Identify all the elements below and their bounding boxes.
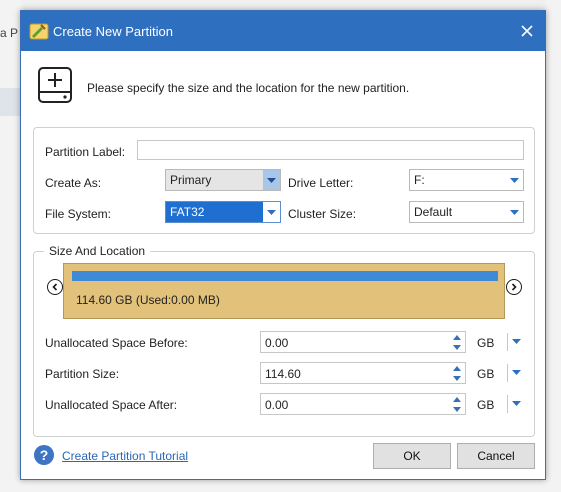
tutorial-link[interactable]: Create Partition Tutorial [62, 449, 188, 463]
move-left-button[interactable] [47, 279, 63, 295]
unallocated-after-label: Unallocated Space After: [45, 398, 178, 412]
background-text: a P [0, 26, 19, 40]
unallocated-after-unit-dropdown[interactable] [507, 393, 521, 415]
file-system-label: File System: [45, 207, 112, 221]
drive-letter-dropdown[interactable]: F: [409, 169, 524, 191]
cluster-size-dropdown[interactable]: Default [409, 201, 524, 223]
dialog-title: Create New Partition [53, 24, 173, 39]
partition-size-unit: GB [477, 367, 495, 381]
chevron-left-icon [52, 283, 58, 291]
move-right-button[interactable] [506, 279, 522, 295]
spin-up-icon[interactable] [450, 333, 464, 342]
help-icon[interactable]: ? [34, 445, 54, 465]
spin-down-icon[interactable] [450, 405, 464, 414]
partition-capacity-text: 114.60 GB (Used:0.00 MB) [76, 293, 220, 307]
background-row-highlight [0, 88, 22, 116]
partition-size-value: 114.60 [265, 367, 301, 381]
unallocated-before-unit: GB [477, 336, 495, 350]
unallocated-before-unit-dropdown[interactable] [507, 331, 521, 353]
title-bar[interactable]: Create New Partition [21, 11, 545, 51]
chevron-down-icon [506, 202, 523, 222]
unallocated-before-label: Unallocated Space Before: [45, 336, 188, 350]
drive-letter-label: Drive Letter: [288, 176, 354, 190]
chevron-down-icon [512, 339, 521, 344]
file-system-dropdown[interactable]: FAT32 [165, 201, 281, 223]
partition-settings-group: Partition Label: Create As: Primary Driv… [33, 127, 535, 234]
background-window: a P [0, 0, 22, 492]
unallocated-after-input[interactable]: 0.00 [260, 393, 466, 415]
chevron-down-icon [263, 202, 280, 222]
chevron-down-icon [512, 401, 521, 406]
partition-size-input[interactable]: 114.60 [260, 362, 466, 384]
unallocated-after-unit: GB [477, 398, 495, 412]
unallocated-before-value: 0.00 [265, 336, 289, 350]
create-as-label: Create As: [45, 176, 102, 190]
dialog-header: Please specify the size and the location… [21, 51, 545, 123]
new-disk-icon [38, 67, 72, 103]
ok-button[interactable]: OK [373, 443, 451, 469]
partition-label-input[interactable] [137, 140, 524, 160]
partition-label-label: Partition Label: [45, 145, 126, 159]
spin-up-icon[interactable] [450, 395, 464, 404]
create-as-dropdown[interactable]: Primary [165, 169, 281, 191]
file-system-value: FAT32 [166, 202, 263, 222]
spin-up-icon[interactable] [450, 364, 464, 373]
chevron-down-icon [512, 370, 521, 375]
cluster-size-label: Cluster Size: [288, 207, 357, 221]
partition-size-unit-dropdown[interactable] [507, 362, 521, 384]
close-button[interactable] [515, 19, 539, 43]
background-right [546, 0, 561, 492]
cancel-button[interactable]: Cancel [457, 443, 535, 469]
partition-bar[interactable] [72, 271, 498, 281]
spin-down-icon[interactable] [450, 374, 464, 383]
close-icon [521, 25, 533, 37]
partition-map[interactable]: 114.60 GB (Used:0.00 MB) [63, 263, 505, 319]
dialog-description: Please specify the size and the location… [87, 81, 410, 95]
chevron-right-icon [511, 283, 517, 291]
create-partition-dialog: Create New Partition Please specify the … [20, 10, 546, 480]
partition-size-label: Partition Size: [45, 367, 120, 381]
background-bottom [0, 480, 561, 492]
unallocated-before-input[interactable]: 0.00 [260, 331, 466, 353]
unallocated-after-value: 0.00 [265, 398, 289, 412]
chevron-down-icon [263, 170, 280, 190]
drive-letter-value: F: [414, 173, 425, 187]
cluster-size-value: Default [414, 205, 453, 219]
spin-down-icon[interactable] [450, 343, 464, 352]
create-as-value: Primary [170, 173, 212, 187]
size-location-title: Size And Location [44, 244, 151, 258]
app-logo-icon [29, 23, 49, 40]
chevron-down-icon [506, 170, 523, 190]
